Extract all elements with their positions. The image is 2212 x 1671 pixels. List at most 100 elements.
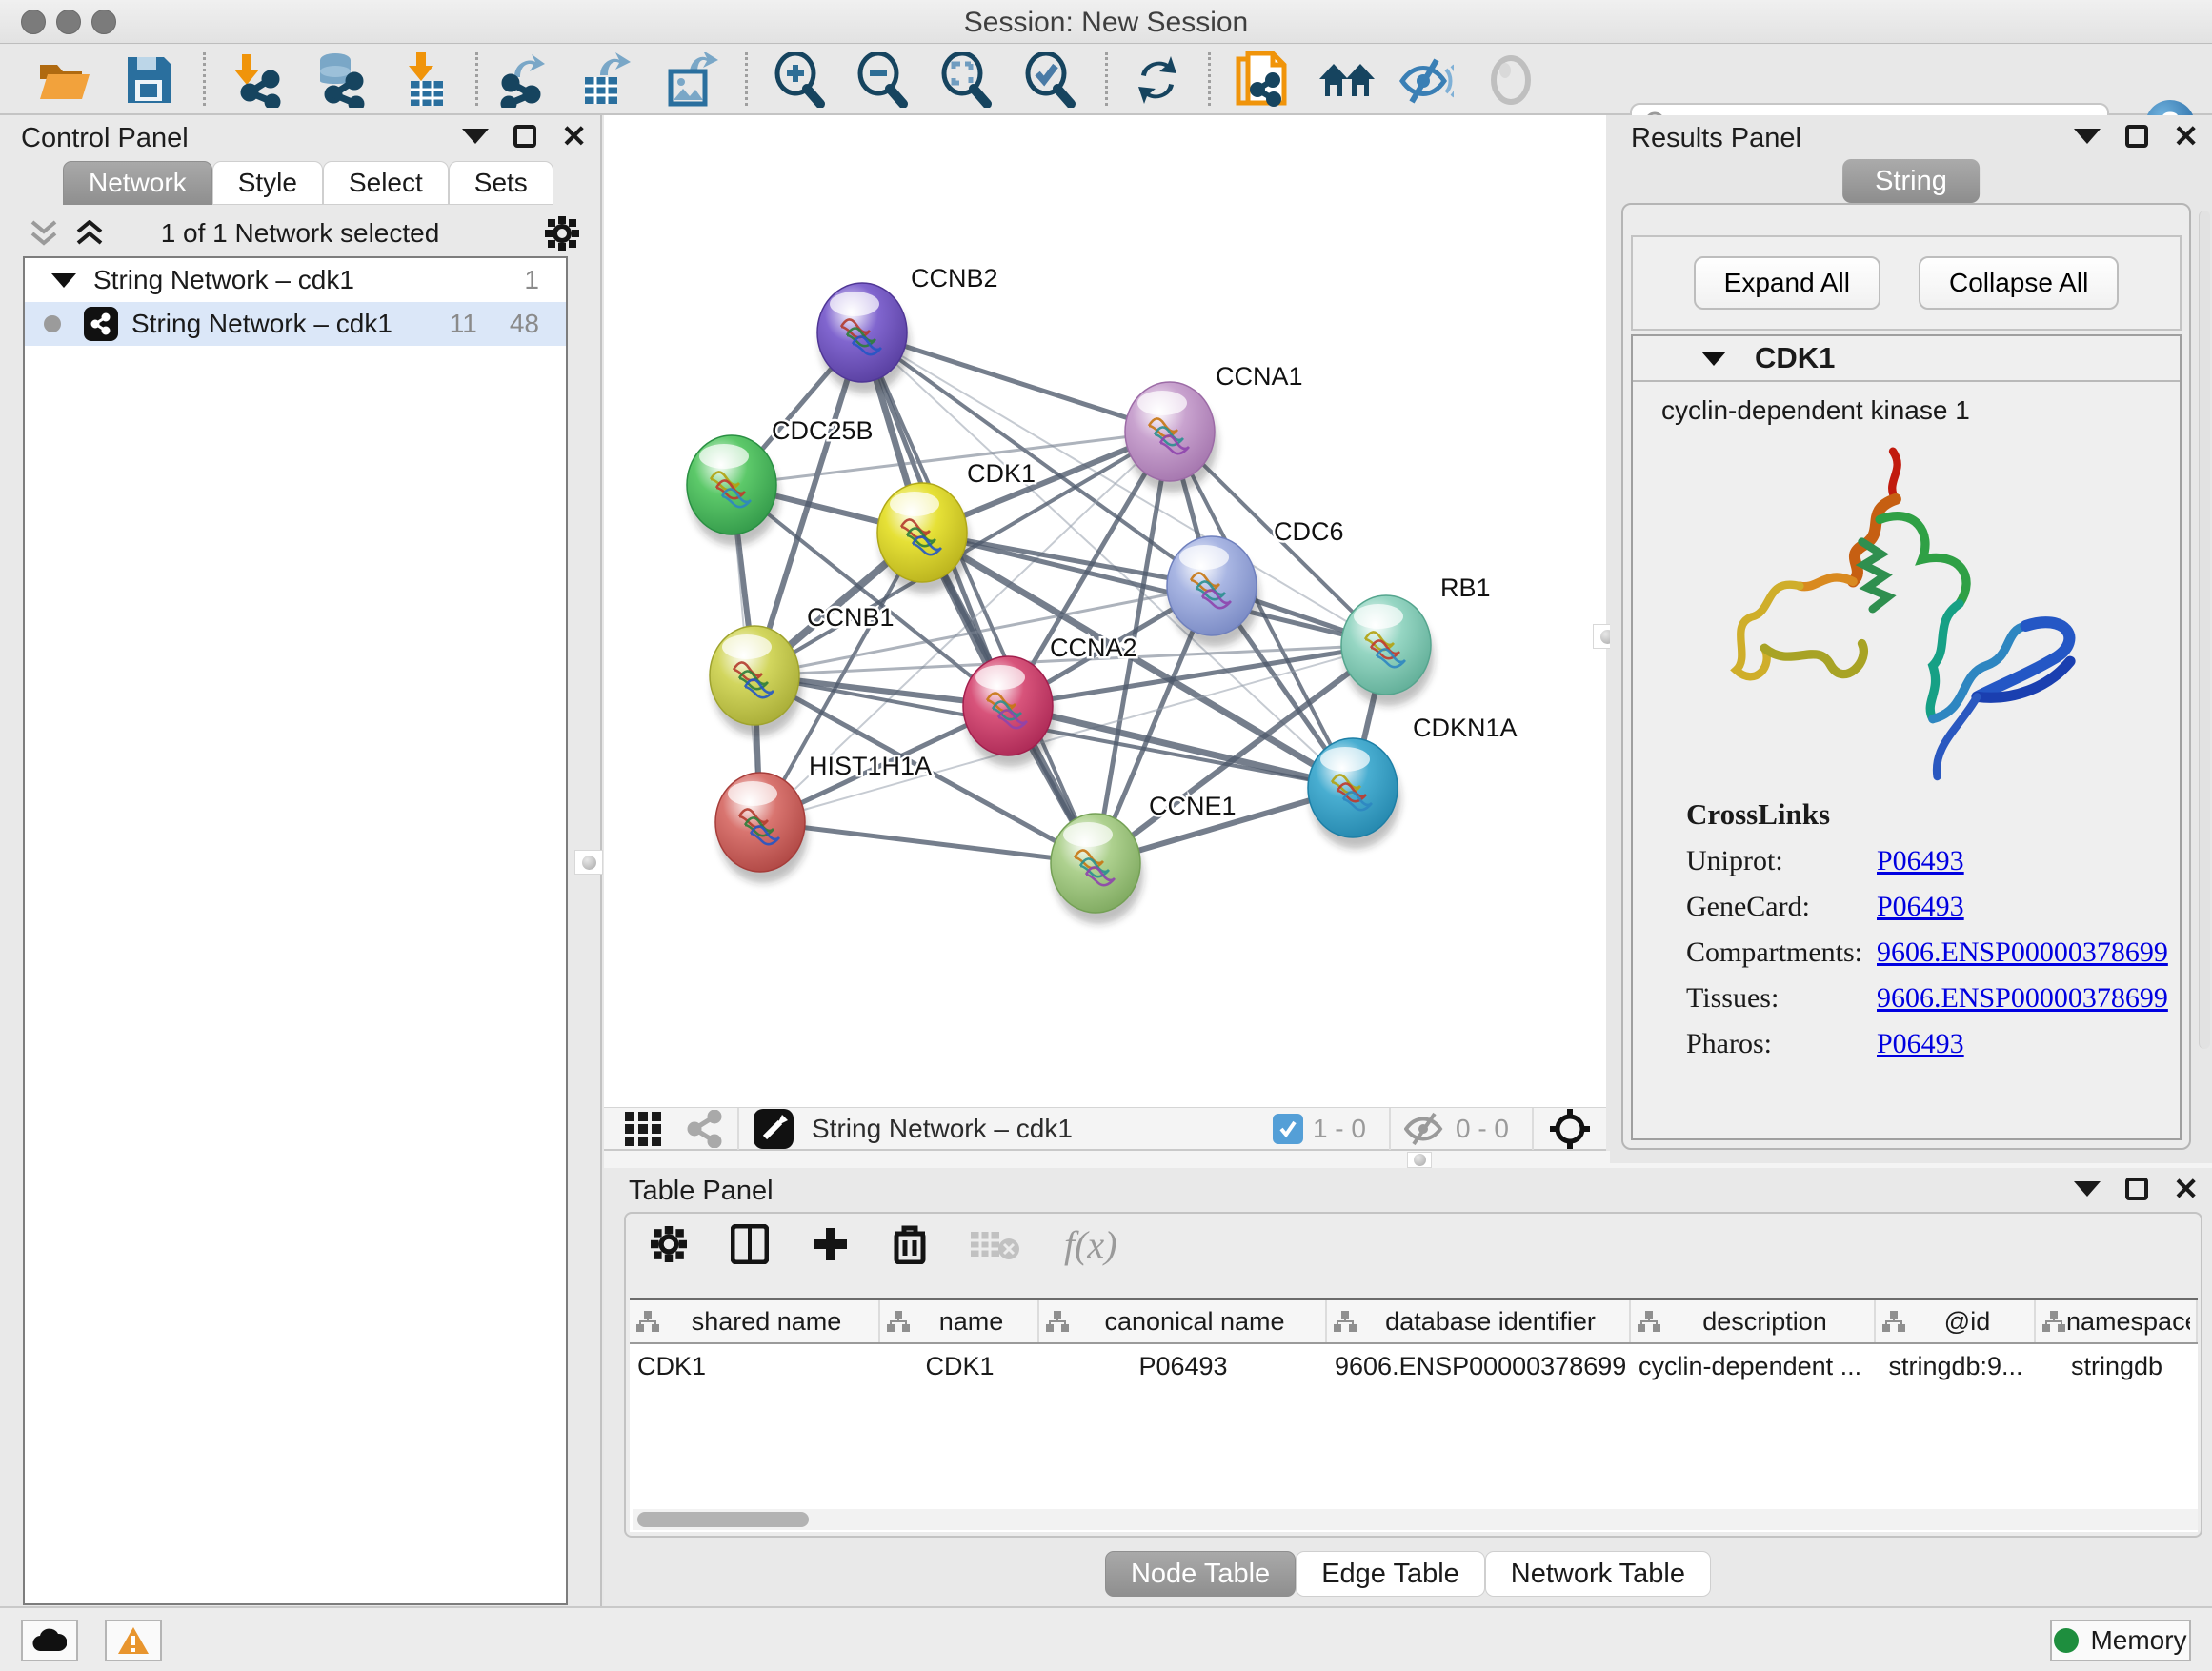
splitter-handle[interactable] [574,850,603,875]
birdseye-view-button[interactable] [753,1108,794,1150]
panel-float-icon[interactable] [513,125,536,148]
column-header-description[interactable]: description [1631,1300,1876,1342]
panel-close-icon[interactable]: ✕ [2173,125,2199,148]
home-networks-button[interactable] [1316,52,1378,108]
network-graph[interactable]: CCNB2CCNA1CDC25BCDK1CDC6RB1CCNB1CCNA2CDK… [604,115,1606,1107]
grid-view-icon[interactable] [623,1110,665,1148]
zoom-out-icon [855,52,911,108]
panel-close-icon[interactable]: ✕ [2173,1178,2199,1200]
collapse-all-button[interactable]: Collapse All [1919,256,2119,310]
tab-network[interactable]: Network [63,161,212,205]
refresh-button[interactable] [1126,52,1189,108]
node-label-cdc6: CDC6 [1274,517,1344,546]
crosslinks-section: CrossLinks Uniprot:P06493GeneCard:P06493… [1633,797,2180,1060]
show-glass-button[interactable] [1479,52,1542,108]
node-label-cdc25b: CDC25B [772,416,874,445]
network-status-dot [44,315,61,332]
crosslink-link[interactable]: 9606.ENSP00000378699 [1877,982,2168,1015]
results-panel-title: Results Panel [1631,123,1801,154]
network-canvas[interactable]: CCNB2CCNA1CDC25BCDK1CDC6RB1CCNB1CCNA2CDK… [604,115,1606,1107]
cloud-icon [32,1628,67,1653]
column-header-namespace[interactable]: namespace [2036,1300,2198,1342]
panel-collapse-icon[interactable] [462,129,489,144]
export-network-icon [497,52,553,108]
panel-collapse-icon[interactable] [2074,1181,2101,1197]
panel-float-icon[interactable] [2125,1178,2148,1200]
hidden-items-icon[interactable] [1404,1112,1446,1146]
column-header-shared-name[interactable]: shared name [630,1300,880,1342]
panel-float-icon[interactable] [2125,125,2148,148]
selected-nodes-checkbox[interactable] [1273,1114,1303,1144]
crosslink-label: Compartments: [1686,936,1877,969]
show-columns-icon[interactable] [731,1224,769,1264]
section-expand-icon[interactable] [1701,352,1726,366]
zoom-in-button[interactable] [769,52,832,108]
crosslink-link[interactable]: P06493 [1877,1028,1964,1060]
table-horizontal-scrollbar[interactable] [633,1509,2198,1530]
table-row[interactable]: CDK1CDK1P064939606.ENSP00000378699cyclin… [630,1344,2198,1388]
tab-sets[interactable]: Sets [449,161,553,205]
node-label-ccna2: CCNA2 [1050,634,1137,662]
tab-style[interactable]: Style [212,161,323,205]
column-header--id[interactable]: @id [1876,1300,2036,1342]
tab-select[interactable]: Select [323,161,449,205]
cloud-status-button[interactable] [21,1620,78,1661]
network-row[interactable]: String Network – cdk1 11 48 [25,302,566,346]
share-document-button[interactable] [1231,52,1294,108]
network-collection-row[interactable]: String Network – cdk1 1 [25,258,566,302]
expand-all-button[interactable]: Expand All [1694,256,1880,310]
node-count: 11 [450,309,477,339]
share-view-icon[interactable] [686,1110,724,1148]
crosslink-link[interactable]: P06493 [1877,845,1964,877]
open-session-button[interactable] [32,52,95,108]
import-network-file-button[interactable] [224,52,287,108]
node-table[interactable]: shared namenamecanonical namedatabase id… [630,1298,2198,1532]
zoom-selected-button[interactable] [1019,52,1082,108]
table-settings-gear-icon[interactable] [651,1226,687,1262]
export-image-button[interactable] [661,52,724,108]
gear-icon[interactable] [545,216,579,251]
save-session-button[interactable] [118,52,181,108]
import-table-button[interactable] [394,52,457,108]
crosslink-link[interactable]: 9606.ENSP00000378699 [1877,936,2168,969]
table-cell: cyclin-dependent ... [1631,1352,1876,1381]
delete-table-icon[interactable] [971,1228,1020,1260]
table-panel-title: Table Panel [629,1176,774,1207]
zoom-fit-button[interactable] [935,52,998,108]
node-details-section: CDK1 cyclin-dependent kinase 1 [1631,334,2182,1140]
panel-collapse-icon[interactable] [2074,129,2101,144]
results-scrollbar[interactable] [2199,211,2210,1049]
memory-status-dot [2054,1628,2079,1653]
tab-network-table[interactable]: Network Table [1485,1551,1711,1597]
add-column-icon[interactable] [813,1226,849,1262]
warning-status-button[interactable] [105,1620,162,1661]
tree-expand-icon[interactable] [51,273,76,288]
hide-glass-button[interactable] [1395,52,1458,108]
navigate-crosshair-icon[interactable] [1547,1108,1593,1150]
export-network-button[interactable] [493,52,556,108]
column-type-icon [2041,1310,2066,1333]
column-header-database-identifier[interactable]: database identifier [1327,1300,1631,1342]
tab-edge-table[interactable]: Edge Table [1296,1551,1485,1597]
import-network-database-button[interactable] [308,52,371,108]
memory-button[interactable]: Memory [2050,1620,2191,1661]
tab-string[interactable]: String [1842,159,1980,203]
zoom-out-button[interactable] [852,52,915,108]
crosslink-label: Tissues: [1686,982,1877,1015]
export-table-button[interactable] [575,52,638,108]
tab-node-table[interactable]: Node Table [1105,1551,1296,1597]
network-list-subheader: 1 of 1 Network selected [0,211,600,254]
crosslink-label: GeneCard: [1686,891,1877,923]
panel-close-icon[interactable]: ✕ [561,125,587,148]
crosslink-row: Compartments:9606.ENSP00000378699 [1686,936,2180,969]
hidden-counts: 0 - 0 [1456,1114,1509,1144]
node-details-header[interactable]: CDK1 [1633,336,2180,382]
node-label-cdkn1a: CDKN1A [1413,714,1518,742]
column-header-name[interactable]: name [880,1300,1039,1342]
column-header-canonical-name[interactable]: canonical name [1039,1300,1327,1342]
table-cell: 9606.ENSP00000378699 [1327,1352,1631,1381]
function-builder-icon[interactable]: f(x) [1064,1222,1117,1267]
delete-column-icon[interactable] [893,1224,927,1264]
splitter-handle[interactable] [1407,1152,1432,1168]
crosslink-link[interactable]: P06493 [1877,891,1964,923]
